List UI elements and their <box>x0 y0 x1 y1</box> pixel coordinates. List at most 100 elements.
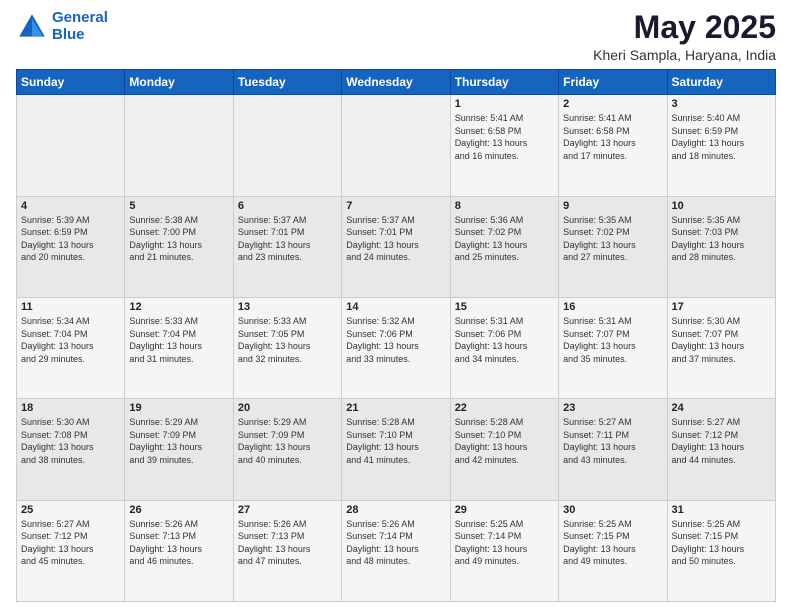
day-cell: 23Sunrise: 5:27 AM Sunset: 7:11 PM Dayli… <box>559 399 667 500</box>
logo-icon <box>16 11 48 43</box>
week-row-3: 11Sunrise: 5:34 AM Sunset: 7:04 PM Dayli… <box>17 297 776 398</box>
day-cell <box>125 95 233 196</box>
day-cell <box>342 95 450 196</box>
day-number: 15 <box>455 301 554 313</box>
day-number: 28 <box>346 504 445 516</box>
day-number: 14 <box>346 301 445 313</box>
day-info: Sunrise: 5:26 AM Sunset: 7:13 PM Dayligh… <box>238 518 337 568</box>
weekday-friday: Friday <box>559 70 667 95</box>
day-number: 1 <box>455 98 554 110</box>
day-info: Sunrise: 5:41 AM Sunset: 6:58 PM Dayligh… <box>563 112 662 162</box>
day-cell: 29Sunrise: 5:25 AM Sunset: 7:14 PM Dayli… <box>450 500 558 601</box>
day-cell: 12Sunrise: 5:33 AM Sunset: 7:04 PM Dayli… <box>125 297 233 398</box>
day-number: 24 <box>672 402 771 414</box>
day-info: Sunrise: 5:37 AM Sunset: 7:01 PM Dayligh… <box>238 214 337 264</box>
weekday-monday: Monday <box>125 70 233 95</box>
week-row-4: 18Sunrise: 5:30 AM Sunset: 7:08 PM Dayli… <box>17 399 776 500</box>
weekday-sunday: Sunday <box>17 70 125 95</box>
weekday-tuesday: Tuesday <box>233 70 341 95</box>
day-info: Sunrise: 5:25 AM Sunset: 7:15 PM Dayligh… <box>672 518 771 568</box>
page: General Blue May 2025 Kheri Sampla, Hary… <box>0 0 792 612</box>
day-cell: 16Sunrise: 5:31 AM Sunset: 7:07 PM Dayli… <box>559 297 667 398</box>
day-number: 3 <box>672 98 771 110</box>
day-number: 26 <box>129 504 228 516</box>
day-number: 7 <box>346 200 445 212</box>
week-row-5: 25Sunrise: 5:27 AM Sunset: 7:12 PM Dayli… <box>17 500 776 601</box>
day-info: Sunrise: 5:37 AM Sunset: 7:01 PM Dayligh… <box>346 214 445 264</box>
title-block: May 2025 Kheri Sampla, Haryana, India <box>593 10 776 63</box>
day-number: 13 <box>238 301 337 313</box>
day-info: Sunrise: 5:31 AM Sunset: 7:06 PM Dayligh… <box>455 315 554 365</box>
day-number: 22 <box>455 402 554 414</box>
day-cell: 5 Sunrise: 5:38 AM Sunset: 7:00 PM Daylig… <box>125 196 233 297</box>
day-cell: 22 Sunrise: 5:28 AM Sunset: 7:10 PM Dayli… <box>450 399 558 500</box>
day-number: 31 <box>672 504 771 516</box>
logo: General Blue <box>16 10 108 43</box>
day-cell <box>17 95 125 196</box>
day-number: 10 <box>672 200 771 212</box>
day-cell: 7 Sunrise: 5:37 AM Sunset: 7:01 PM Daylig… <box>342 196 450 297</box>
day-info: Sunrise: 5:40 AM Sunset: 6:59 PM Dayligh… <box>672 112 771 162</box>
week-row-2: 4 Sunrise: 5:39 AM Sunset: 6:59 PM Daylig… <box>17 196 776 297</box>
day-cell: 2 Sunrise: 5:41 AM Sunset: 6:58 PM Daylig… <box>559 95 667 196</box>
day-number: 27 <box>238 504 337 516</box>
day-info: Sunrise: 5:30 AM Sunset: 7:07 PM Dayligh… <box>672 315 771 365</box>
day-info: Sunrise: 5:41 AM Sunset: 6:58 PM Dayligh… <box>455 112 554 162</box>
day-info: Sunrise: 5:31 AM Sunset: 7:07 PM Dayligh… <box>563 315 662 365</box>
day-cell: 30 Sunrise: 5:25 AM Sunset: 7:15 PM Dayli… <box>559 500 667 601</box>
weekday-wednesday: Wednesday <box>342 70 450 95</box>
day-info: Sunrise: 5:33 AM Sunset: 7:04 PM Dayligh… <box>129 315 228 365</box>
day-info: Sunrise: 5:39 AM Sunset: 6:59 PM Dayligh… <box>21 214 120 264</box>
day-info: Sunrise: 5:28 AM Sunset: 7:10 PM Dayligh… <box>455 416 554 466</box>
day-info: Sunrise: 5:30 AM Sunset: 7:08 PM Dayligh… <box>21 416 120 466</box>
day-cell: 31 Sunrise: 5:25 AM Sunset: 7:15 PM Dayli… <box>667 500 775 601</box>
day-number: 25 <box>21 504 120 516</box>
day-number: 9 <box>563 200 662 212</box>
day-cell: 27 Sunrise: 5:26 AM Sunset: 7:13 PM Dayli… <box>233 500 341 601</box>
day-cell: 1 Sunrise: 5:41 AM Sunset: 6:58 PM Daylig… <box>450 95 558 196</box>
day-number: 30 <box>563 504 662 516</box>
day-cell: 26Sunrise: 5:26 AM Sunset: 7:13 PM Dayli… <box>125 500 233 601</box>
day-number: 4 <box>21 200 120 212</box>
logo-general: General <box>52 9 108 26</box>
day-cell: 10 Sunrise: 5:35 AM Sunset: 7:03 PM Dayli… <box>667 196 775 297</box>
day-cell <box>233 95 341 196</box>
day-cell: 11Sunrise: 5:34 AM Sunset: 7:04 PM Dayli… <box>17 297 125 398</box>
day-number: 17 <box>672 301 771 313</box>
logo-text: General Blue <box>52 10 108 43</box>
day-info: Sunrise: 5:25 AM Sunset: 7:15 PM Dayligh… <box>563 518 662 568</box>
header: General Blue May 2025 Kheri Sampla, Hary… <box>16 10 776 63</box>
day-cell: 15 Sunrise: 5:31 AM Sunset: 7:06 PM Dayli… <box>450 297 558 398</box>
day-info: Sunrise: 5:34 AM Sunset: 7:04 PM Dayligh… <box>21 315 120 365</box>
weekday-saturday: Saturday <box>667 70 775 95</box>
day-info: Sunrise: 5:35 AM Sunset: 7:03 PM Dayligh… <box>672 214 771 264</box>
month-title: May 2025 <box>593 10 776 45</box>
day-info: Sunrise: 5:32 AM Sunset: 7:06 PM Dayligh… <box>346 315 445 365</box>
day-cell: 18Sunrise: 5:30 AM Sunset: 7:08 PM Dayli… <box>17 399 125 500</box>
day-cell: 28Sunrise: 5:26 AM Sunset: 7:14 PM Dayli… <box>342 500 450 601</box>
day-cell: 13Sunrise: 5:33 AM Sunset: 7:05 PM Dayli… <box>233 297 341 398</box>
day-number: 6 <box>238 200 337 212</box>
weekday-header-row: SundayMondayTuesdayWednesdayThursdayFrid… <box>17 70 776 95</box>
logo-blue: Blue <box>52 27 108 44</box>
day-cell: 24 Sunrise: 5:27 AM Sunset: 7:12 PM Dayli… <box>667 399 775 500</box>
day-info: Sunrise: 5:38 AM Sunset: 7:00 PM Dayligh… <box>129 214 228 264</box>
day-cell: 9 Sunrise: 5:35 AM Sunset: 7:02 PM Daylig… <box>559 196 667 297</box>
day-cell: 4 Sunrise: 5:39 AM Sunset: 6:59 PM Daylig… <box>17 196 125 297</box>
day-number: 23 <box>563 402 662 414</box>
day-info: Sunrise: 5:35 AM Sunset: 7:02 PM Dayligh… <box>563 214 662 264</box>
day-cell: 6 Sunrise: 5:37 AM Sunset: 7:01 PM Daylig… <box>233 196 341 297</box>
day-cell: 8Sunrise: 5:36 AM Sunset: 7:02 PM Daylig… <box>450 196 558 297</box>
day-number: 2 <box>563 98 662 110</box>
day-number: 8 <box>455 200 554 212</box>
day-cell: 3 Sunrise: 5:40 AM Sunset: 6:59 PM Daylig… <box>667 95 775 196</box>
day-cell: 14 Sunrise: 5:32 AM Sunset: 7:06 PM Dayli… <box>342 297 450 398</box>
day-number: 29 <box>455 504 554 516</box>
day-info: Sunrise: 5:27 AM Sunset: 7:12 PM Dayligh… <box>672 416 771 466</box>
day-info: Sunrise: 5:29 AM Sunset: 7:09 PM Dayligh… <box>238 416 337 466</box>
day-cell: 21Sunrise: 5:28 AM Sunset: 7:10 PM Dayli… <box>342 399 450 500</box>
day-info: Sunrise: 5:29 AM Sunset: 7:09 PM Dayligh… <box>129 416 228 466</box>
day-cell: 20Sunrise: 5:29 AM Sunset: 7:09 PM Dayli… <box>233 399 341 500</box>
day-cell: 17 Sunrise: 5:30 AM Sunset: 7:07 PM Dayli… <box>667 297 775 398</box>
day-number: 5 <box>129 200 228 212</box>
